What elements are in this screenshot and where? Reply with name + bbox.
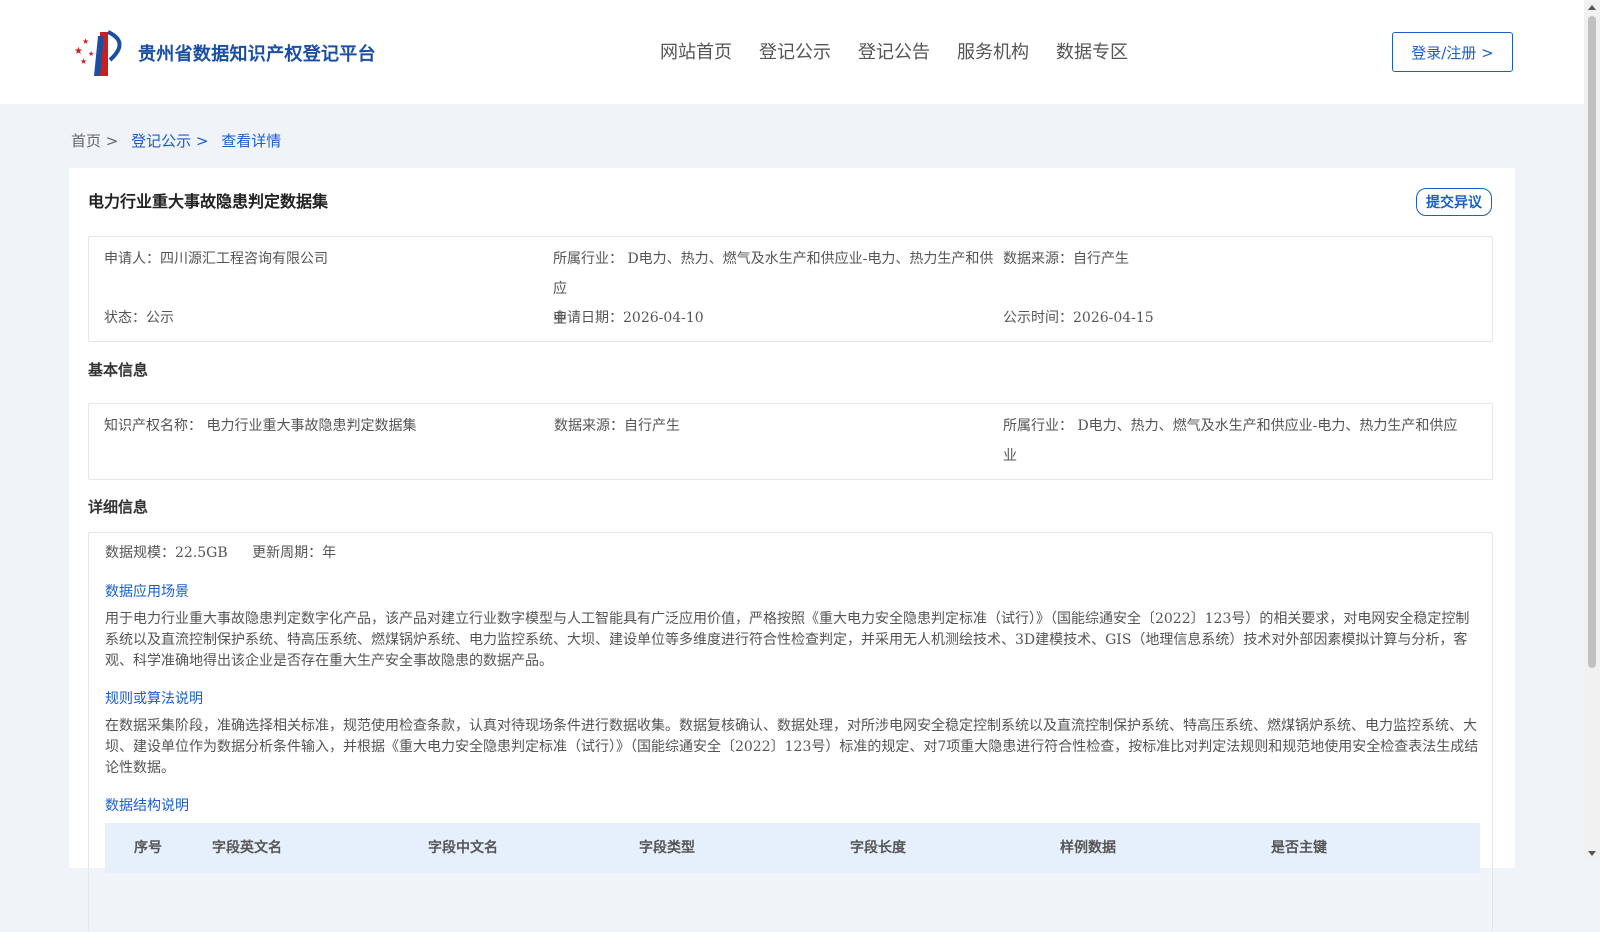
scroll-up-arrow-icon[interactable] bbox=[1588, 5, 1596, 10]
page-scrollbar[interactable] bbox=[1584, 0, 1600, 861]
update-cycle: 更新周期：年 bbox=[252, 545, 337, 561]
breadcrumb-current: 查看详情 bbox=[221, 132, 282, 150]
platform-logo-icon: ★ ★ ★ ★ bbox=[74, 30, 122, 76]
summary-box: 申请人：四川源汇工程咨询有限公司 所属行业： D电力、热力、燃气及水生产和供应业… bbox=[88, 236, 1493, 342]
th-field-en: 字段英文名 bbox=[212, 840, 282, 856]
basic-info-box: 知识产权名称： 电力行业重大事故隐患判定数据集 数据来源：自行产生 所属行业： … bbox=[88, 403, 1493, 480]
nav-registration-announcement[interactable]: 登记公告 bbox=[858, 38, 930, 64]
data-scale: 数据规模：22.5GB 更新周期：年 bbox=[105, 538, 336, 568]
nav-registration-public[interactable]: 登记公示 bbox=[759, 38, 831, 64]
th-primary-key: 是否主键 bbox=[1271, 840, 1327, 856]
structure-table-header: 序号 字段英文名 字段中文名 字段类型 字段长度 样例数据 是否主键 bbox=[105, 823, 1480, 873]
structure-title: 数据结构说明 bbox=[105, 798, 189, 814]
scroll-thumb[interactable] bbox=[1588, 16, 1596, 668]
nav-home[interactable]: 网站首页 bbox=[660, 38, 732, 64]
scenario-title: 数据应用场景 bbox=[105, 584, 189, 600]
site-header: ★ ★ ★ ★ 贵州省数据知识产权登记平台 网站首页 登记公示 登记公告 服务机… bbox=[0, 0, 1584, 104]
page-title: 电力行业重大事故隐患判定数据集 bbox=[88, 192, 329, 211]
svg-text:★: ★ bbox=[88, 50, 94, 58]
scenario-text: 用于电力行业重大事故隐患判定数字化产品，该产品对建立行业数字模型与人工智能具有广… bbox=[105, 611, 1470, 669]
applicant: 申请人：四川源汇工程咨询有限公司 bbox=[104, 251, 328, 267]
svg-text:★: ★ bbox=[82, 37, 89, 46]
data-source: 数据来源：自行产生 bbox=[1003, 251, 1129, 267]
site-logo-text: 贵州省数据知识产权登记平台 bbox=[138, 44, 376, 65]
status: 状态：公示 bbox=[104, 310, 174, 326]
th-sample: 样例数据 bbox=[1060, 840, 1116, 856]
industry-line1: 所属行业： D电力、热力、燃气及水生产和供应业-电力、热力生产和供应 bbox=[553, 251, 994, 297]
basic-industry-line2: 业 bbox=[1003, 448, 1017, 464]
apply-date: 申请日期：2026-04-10 bbox=[553, 310, 704, 326]
site-logo[interactable]: ★ ★ ★ ★ 贵州省数据知识产权登记平台 bbox=[70, 28, 376, 78]
public-date: 公示时间：2026-04-15 bbox=[1003, 310, 1154, 326]
data-scale-value: 数据规模：22.5GB bbox=[105, 545, 228, 561]
scroll-down-arrow-icon[interactable] bbox=[1588, 851, 1596, 856]
svg-text:★: ★ bbox=[80, 57, 87, 66]
basic-data-source: 数据来源：自行产生 bbox=[554, 418, 680, 434]
nav-data-zone[interactable]: 数据专区 bbox=[1056, 38, 1128, 64]
svg-text:★: ★ bbox=[74, 46, 83, 57]
basic-industry-line1: 所属行业： D电力、热力、燃气及水生产和供应业-电力、热力生产和供应 bbox=[1003, 418, 1458, 434]
breadcrumb-public[interactable]: 登记公示 > bbox=[131, 132, 208, 150]
main-nav: 网站首页 登记公示 登记公告 服务机构 数据专区 bbox=[660, 38, 1155, 64]
detail-info-box: 数据规模：22.5GB 更新周期：年 数据应用场景 用于电力行业重大事故隐患判定… bbox=[88, 532, 1493, 932]
ip-name: 知识产权名称： 电力行业重大事故隐患判定数据集 bbox=[104, 418, 417, 434]
th-index: 序号 bbox=[134, 840, 162, 856]
basic-industry: 所属行业： D电力、热力、燃气及水生产和供应业-电力、热力生产和供应 业 bbox=[1003, 411, 1463, 471]
basic-info-title: 基本信息 bbox=[88, 361, 149, 379]
algorithm-text: 在数据采集阶段，准确选择相关标准，规范使用检查条款，认真对待现场条件进行数据收集… bbox=[105, 718, 1479, 776]
th-field-cn: 字段中文名 bbox=[428, 840, 498, 856]
nav-service-agencies[interactable]: 服务机构 bbox=[957, 38, 1029, 64]
algorithm-title: 规则或算法说明 bbox=[105, 691, 203, 707]
th-field-type: 字段类型 bbox=[639, 840, 695, 856]
detail-card: 电力行业重大事故隐患判定数据集 提交异议 申请人：四川源汇工程咨询有限公司 所属… bbox=[69, 168, 1515, 932]
breadcrumb: 首页 > 登记公示 > 查看详情 bbox=[71, 130, 281, 151]
submit-objection-button[interactable]: 提交异议 bbox=[1416, 188, 1492, 216]
detail-info-title: 详细信息 bbox=[88, 498, 149, 516]
th-field-length: 字段长度 bbox=[850, 840, 906, 856]
login-register-button[interactable]: 登录/注册 > bbox=[1392, 32, 1513, 72]
breadcrumb-home[interactable]: 首页 > bbox=[71, 132, 118, 150]
